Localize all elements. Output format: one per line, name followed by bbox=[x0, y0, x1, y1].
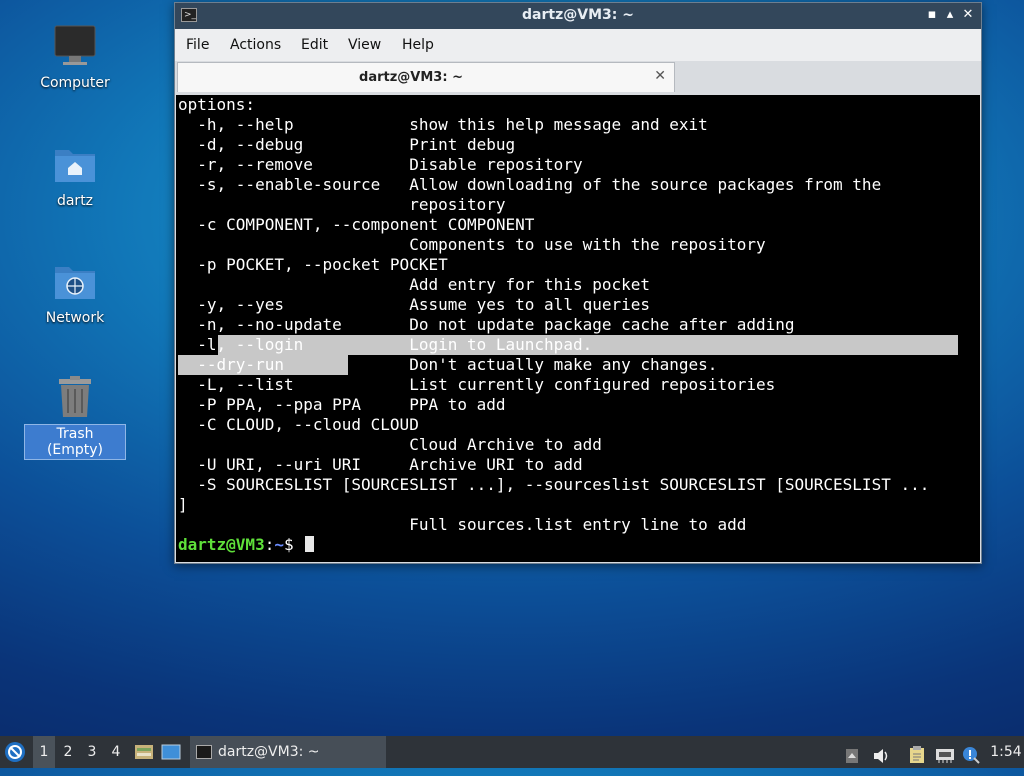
terminal-line: -C CLOUD, --cloud CLOUD bbox=[178, 415, 419, 434]
terminal-output[interactable]: options: -h, --help show this help messa… bbox=[176, 95, 980, 562]
trash-icon bbox=[51, 373, 99, 421]
network-folder-icon bbox=[51, 257, 99, 305]
tray-up-arrow-icon[interactable] bbox=[845, 744, 861, 763]
desktop-icon-label: Trash (Empty) bbox=[24, 424, 126, 460]
terminal-line: Full sources.list entry line to add bbox=[178, 515, 747, 534]
desktop-icon-home[interactable]: dartz bbox=[25, 140, 125, 210]
desktop-icon-label: Computer bbox=[40, 75, 110, 91]
menu-view[interactable]: View bbox=[348, 37, 381, 53]
terminal-line: -l, --login Login to Launchpad. bbox=[178, 335, 593, 354]
terminal-line: --dry-run Don't actually make any change… bbox=[178, 355, 718, 374]
terminal-line: -L, --list List currently configured rep… bbox=[178, 375, 776, 394]
terminal-line: ] bbox=[178, 495, 188, 514]
desktop-icon-trash[interactable]: Trash (Empty) bbox=[24, 373, 126, 460]
tab-close-icon[interactable]: ✕ bbox=[654, 68, 666, 84]
terminal-line: -c COMPONENT, --component COMPONENT bbox=[178, 215, 535, 234]
terminal-line: -P PPA, --ppa PPA PPA to add bbox=[178, 395, 506, 414]
taskbar-window-label: dartz@VM3: ~ bbox=[218, 744, 320, 760]
workspace-1[interactable]: 1 bbox=[33, 736, 55, 768]
minimize-icon: ▪ bbox=[927, 7, 937, 22]
close-button[interactable]: ✕ bbox=[959, 6, 977, 24]
terminal-line: repository bbox=[178, 195, 506, 214]
terminal-line: -h, --help show this help message and ex… bbox=[178, 115, 708, 134]
tab-title: dartz@VM3: ~ bbox=[359, 70, 463, 85]
desktop-icon-label: dartz bbox=[56, 193, 94, 209]
menu-help[interactable]: Help bbox=[402, 37, 434, 53]
prompt-path: ~ bbox=[274, 535, 284, 554]
tab-terminal[interactable]: dartz@VM3: ~ ✕ bbox=[177, 62, 675, 92]
maximize-button[interactable]: ▴ bbox=[941, 6, 959, 24]
terminal-line: -p POCKET, --pocket POCKET bbox=[178, 255, 448, 274]
terminal-prompt[interactable]: dartz@VM3:~$ bbox=[178, 535, 315, 555]
workspace-3[interactable]: 3 bbox=[81, 736, 103, 768]
terminal-line: -y, --yes Assume yes to all queries bbox=[178, 295, 651, 314]
file-manager-icon bbox=[135, 745, 153, 759]
update-notifier-icon[interactable] bbox=[962, 744, 980, 764]
terminal-task-icon bbox=[196, 745, 212, 759]
clock[interactable]: 1:54 bbox=[990, 736, 1022, 768]
close-icon: ✕ bbox=[962, 7, 974, 22]
menu-file[interactable]: File bbox=[186, 37, 209, 53]
terminal-line: -s, --enable-source Allow downloading of… bbox=[178, 175, 882, 194]
maximize-icon: ▴ bbox=[946, 7, 954, 22]
network-status-icon[interactable] bbox=[935, 744, 954, 763]
menu-edit[interactable]: Edit bbox=[301, 37, 328, 53]
prompt-user-host: dartz@VM3 bbox=[178, 535, 265, 554]
desktop-icon-network[interactable]: Network bbox=[25, 257, 125, 327]
prompt-separator: : bbox=[264, 535, 275, 554]
text-cursor bbox=[305, 536, 315, 552]
prompt-symbol: $ bbox=[283, 535, 304, 554]
app-menu-button[interactable] bbox=[4, 736, 30, 768]
terminal-line: -d, --debug Print debug bbox=[178, 135, 516, 154]
terminal-line: -U URI, --uri URI Archive URI to add bbox=[178, 455, 583, 474]
window-titlebar[interactable]: >_ dartz@VM3: ~ ▪ ▴ ✕ bbox=[175, 3, 981, 29]
terminal-line: Components to use with the repository bbox=[178, 235, 766, 254]
taskbar-window-terminal[interactable]: dartz@VM3: ~ bbox=[190, 736, 386, 768]
terminal-line: -r, --remove Disable repository bbox=[178, 155, 583, 174]
computer-icon bbox=[51, 22, 99, 70]
show-desktop-launcher[interactable] bbox=[161, 736, 185, 768]
terminal-line: options: bbox=[178, 95, 256, 114]
file-manager-launcher[interactable] bbox=[134, 736, 156, 768]
tab-bar: dartz@VM3: ~ ✕ bbox=[175, 61, 981, 95]
desktop-icon-computer[interactable]: Computer bbox=[25, 22, 125, 92]
taskbar: 1 2 3 4 dartz@VM3: ~ 1:54 bbox=[0, 736, 1024, 768]
home-folder-icon bbox=[51, 140, 99, 188]
workspace-4[interactable]: 4 bbox=[105, 736, 127, 768]
terminal-line: -n, --no-update Do not update package ca… bbox=[178, 315, 795, 334]
terminal-line: -S SOURCESLIST [SOURCESLIST ...], --sour… bbox=[178, 475, 930, 494]
show-desktop-icon bbox=[161, 744, 181, 760]
workspace-2[interactable]: 2 bbox=[57, 736, 79, 768]
lubuntu-logo-icon bbox=[5, 742, 25, 762]
terminal-line: Add entry for this pocket bbox=[178, 275, 651, 294]
desktop-icon-label: Network bbox=[45, 310, 105, 326]
window-title: dartz@VM3: ~ bbox=[522, 7, 634, 23]
minimize-button[interactable]: ▪ bbox=[923, 6, 941, 24]
terminal-window[interactable]: >_ dartz@VM3: ~ ▪ ▴ ✕ File Actions Edit … bbox=[174, 2, 982, 564]
clipboard-icon[interactable] bbox=[908, 744, 924, 763]
menu-bar: File Actions Edit View Help bbox=[175, 29, 981, 61]
terminal-line: Cloud Archive to add bbox=[178, 435, 602, 454]
menu-actions[interactable]: Actions bbox=[230, 37, 281, 53]
volume-icon[interactable] bbox=[872, 744, 888, 763]
